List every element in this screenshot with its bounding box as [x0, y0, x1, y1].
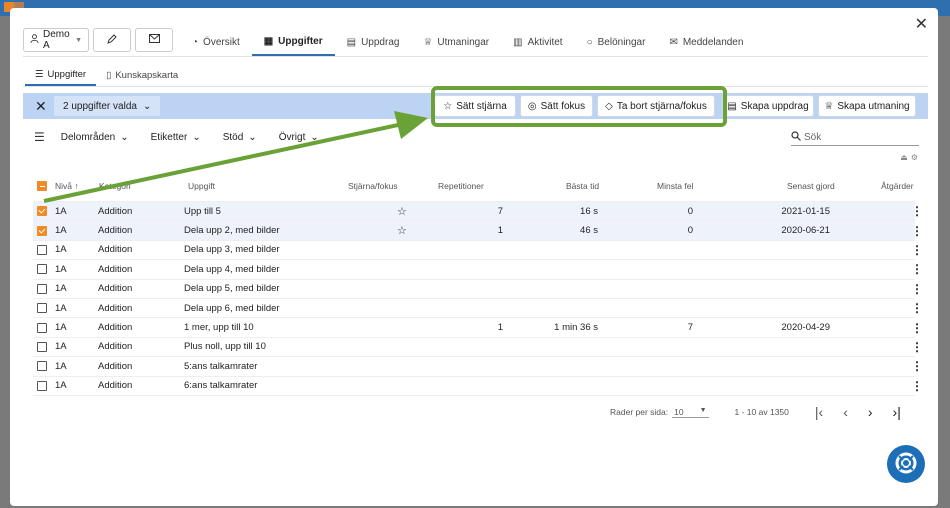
help-button[interactable]: [887, 445, 925, 483]
annotation-arrow: [43, 111, 428, 203]
lifebuoy-icon: [895, 452, 917, 477]
